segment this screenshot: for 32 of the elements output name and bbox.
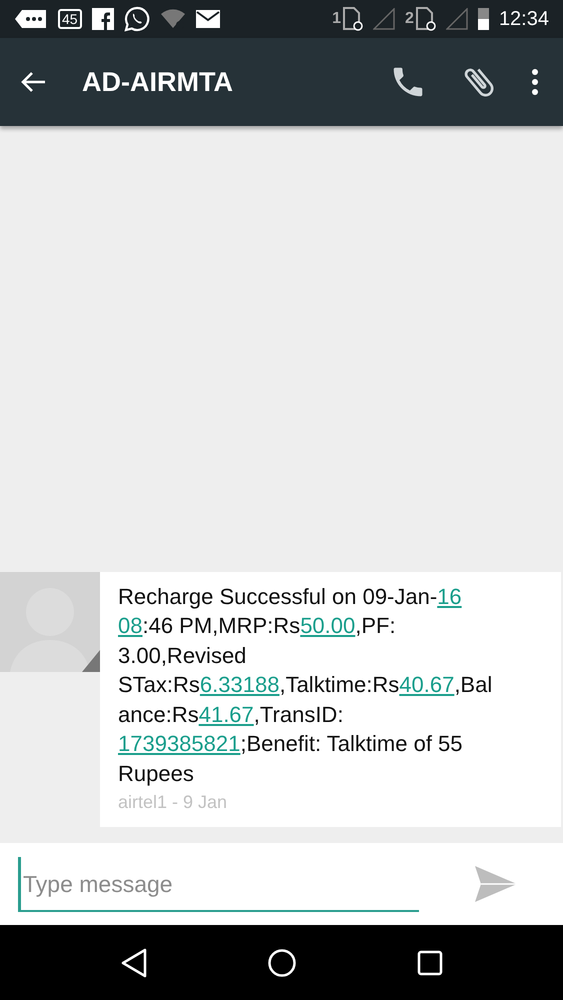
- link[interactable]: 40.67: [399, 672, 454, 697]
- wifi-icon: [160, 8, 186, 30]
- whatsapp-icon: [124, 6, 150, 32]
- more-icon: [531, 68, 539, 96]
- square-recents-icon: [417, 950, 444, 976]
- circle-home-icon: [267, 948, 298, 978]
- signal-icon: [373, 8, 396, 30]
- back-arrow-icon: [20, 71, 46, 93]
- link[interactable]: 41.67: [198, 702, 254, 726]
- avatar-icon: [0, 572, 100, 672]
- sim-number: 1: [332, 10, 342, 28]
- clock-time: 12:34: [498, 8, 549, 30]
- link[interactable]: 6.33188: [200, 672, 280, 697]
- send-icon: [473, 864, 519, 904]
- message-input[interactable]: Type message: [18, 856, 419, 912]
- facebook-icon: [92, 8, 114, 30]
- conversation-title: AD-AIRMTA: [82, 66, 233, 98]
- link[interactable]: 08: [118, 613, 142, 638]
- message-icon: [14, 8, 48, 30]
- triangle-back-icon: [120, 948, 148, 978]
- link[interactable]: 1739385821: [118, 731, 240, 756]
- sim-number: 2: [405, 10, 414, 28]
- sim-card-icon: [416, 7, 436, 31]
- message-text: Recharge Successful on 09-Jan-16 08:46 PM,MRP:Rs50.00,PF: 3.00,Revised STax:Rs6.33188,Talktime:Rs40.67,Bal ance:Rs41.67,TransID: 1739385821;Benefit: Talktime of 55 Rupees: [118, 582, 494, 788]
- signal-icon: [446, 8, 468, 30]
- message-meta: airtel1 - 9 Jan: [118, 792, 228, 813]
- link[interactable]: 16: [437, 584, 462, 608]
- sim-card-icon: [343, 7, 364, 31]
- mail-icon: [196, 10, 220, 28]
- notification-count: 45: [58, 9, 82, 29]
- link[interactable]: 50.00: [300, 613, 356, 638]
- battery-icon: [478, 8, 489, 30]
